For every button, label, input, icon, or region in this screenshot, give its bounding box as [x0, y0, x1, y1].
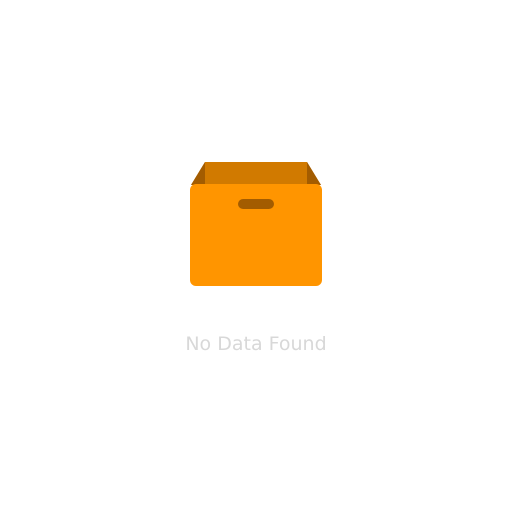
box-inner-back: [191, 162, 321, 185]
empty-state: No Data Found: [0, 0, 512, 512]
box-right-flap: [307, 162, 321, 185]
box-handle: [238, 199, 274, 209]
no-data-message: No Data Found: [185, 333, 327, 355]
box-left-flap: [191, 162, 205, 185]
empty-box-icon: [190, 162, 322, 286]
